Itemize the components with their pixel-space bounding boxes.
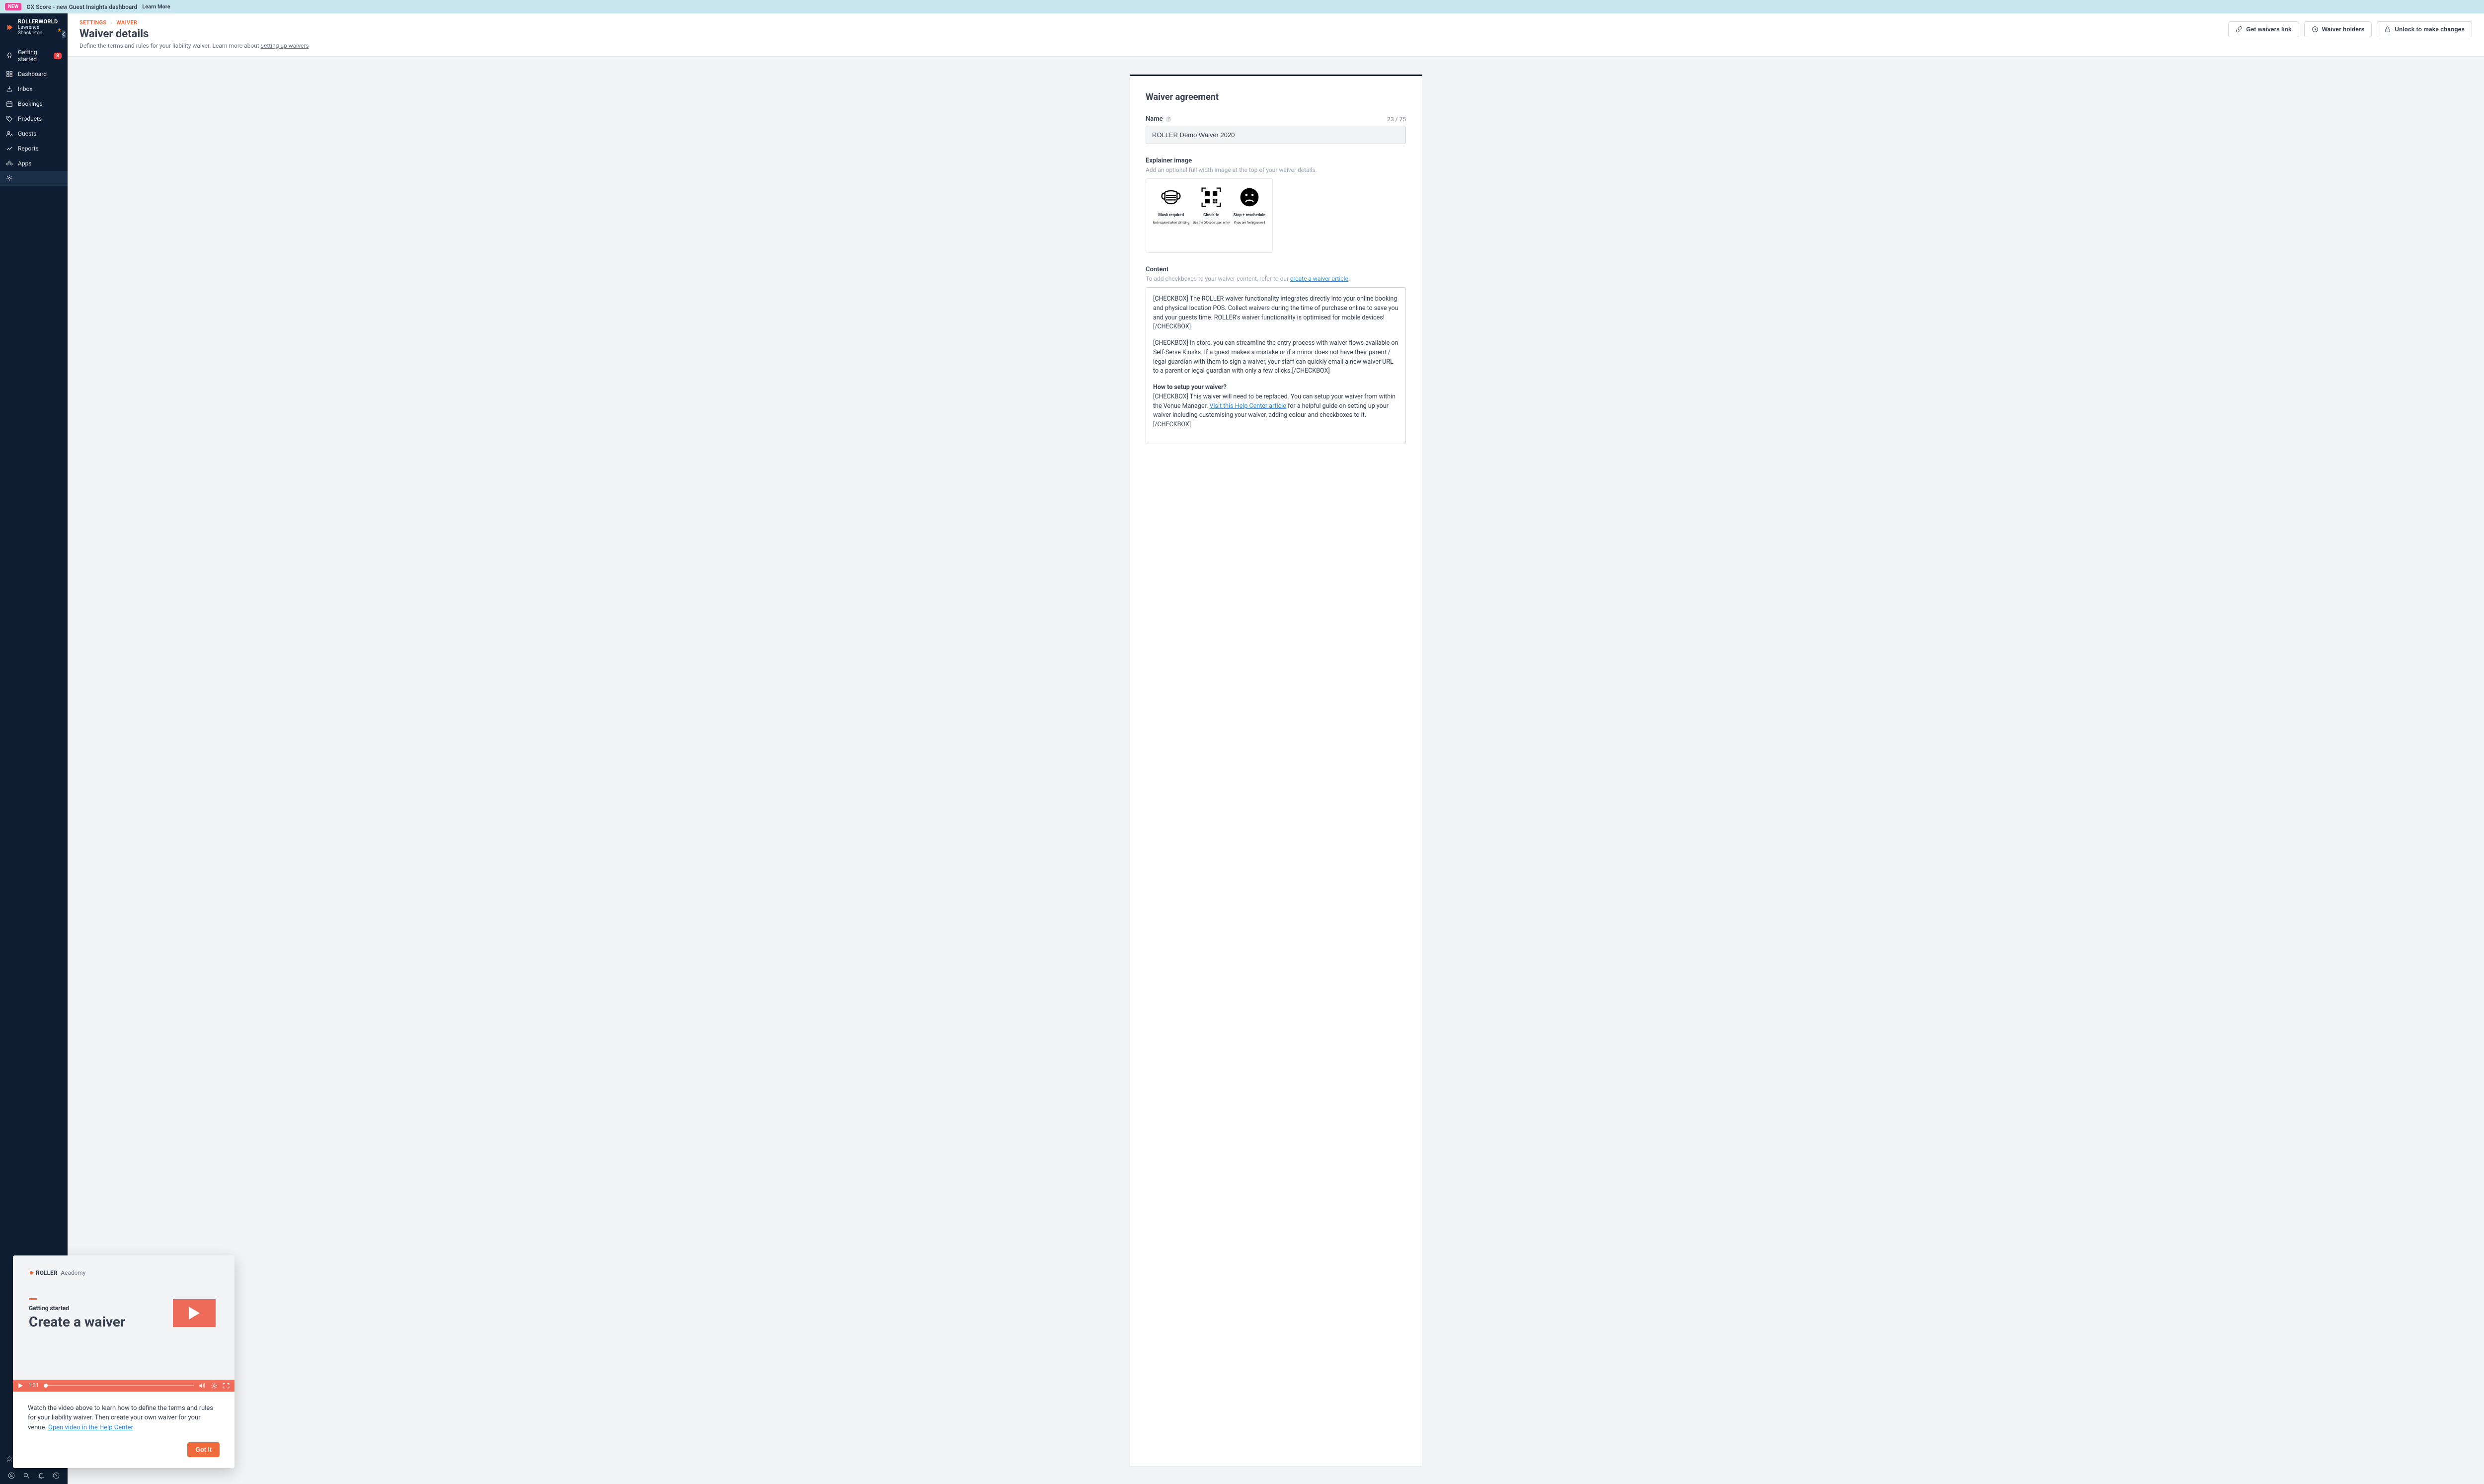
sidebar-item-dashboard[interactable]: Dashboard xyxy=(0,67,68,81)
card-heading: Waiver agreement xyxy=(1146,92,1406,102)
breadcrumb-waiver[interactable]: WAIVER xyxy=(116,19,137,26)
sidebar-item-bookings[interactable]: Bookings xyxy=(0,96,68,111)
notifications-icon[interactable] xyxy=(38,1472,45,1479)
page-title: Waiver details xyxy=(79,28,309,40)
sidebar-item-apps[interactable]: Apps xyxy=(0,156,68,171)
unlock-button[interactable]: Unlock to make changes xyxy=(2377,21,2472,37)
learn-more-link[interactable]: Learn More xyxy=(142,3,170,10)
sidebar-item-label: Apps xyxy=(18,160,32,167)
mask-icon xyxy=(1160,186,1182,209)
org-name: ROLLERWORLD xyxy=(18,18,62,25)
explainer-item-checkin: Check-in Use the QR code upon entry xyxy=(1193,186,1230,225)
create-waiver-article-link[interactable]: create a waiver article xyxy=(1290,275,1348,282)
popup-body: Watch the video above to learn how to de… xyxy=(13,1392,234,1443)
waiver-card: Waiver agreement Name ? 23 / 75 Explaine… xyxy=(1130,75,1422,1466)
open-video-link[interactable]: Open video in the Help Center xyxy=(48,1424,133,1431)
fullscreen-icon[interactable] xyxy=(223,1383,230,1389)
users-icon xyxy=(6,130,13,137)
help-icon[interactable] xyxy=(53,1472,60,1479)
sidebar-badge: 8 xyxy=(54,53,62,59)
sidebar-item-settings[interactable] xyxy=(0,171,68,186)
accent-dash xyxy=(29,1298,37,1300)
help-center-article-link[interactable]: Visit this Help Center article xyxy=(1210,402,1286,410)
name-char-counter: 23 / 75 xyxy=(1387,116,1406,123)
sidebar-item-products[interactable]: Products xyxy=(0,111,68,126)
sidebar-item-label: Getting started xyxy=(18,49,49,63)
search-icon[interactable] xyxy=(23,1472,30,1479)
nav: Getting started 8 Dashboard Inbox Bookin… xyxy=(0,41,68,186)
waiver-content-editor[interactable]: [CHECKBOX] The ROLLER waiver functionali… xyxy=(1146,287,1406,444)
sidebar-item-label: Inbox xyxy=(18,85,32,92)
content-area: Waiver agreement Name ? 23 / 75 Explaine… xyxy=(68,57,2484,1484)
apps-icon xyxy=(6,160,13,167)
help-tooltip-icon[interactable]: ? xyxy=(1165,116,1171,122)
sidebar-item-reports[interactable]: Reports xyxy=(0,141,68,156)
sad-face-icon xyxy=(1238,186,1261,209)
new-badge: NEW xyxy=(5,3,21,10)
content-subtext: To add checkboxes to your waiver content… xyxy=(1146,275,1406,282)
volume-icon[interactable] xyxy=(199,1383,206,1389)
waiver-holders-button[interactable]: Waiver holders xyxy=(2304,21,2372,37)
logo-icon xyxy=(6,23,14,31)
sidebar-header: ROLLERWORLD Lawrence Shackleton ★ xyxy=(0,13,68,41)
settings-icon[interactable] xyxy=(211,1382,218,1389)
user-name: Lawrence Shackleton ★ xyxy=(18,25,62,36)
top-actions: Get waivers link Waiver holders Unlock t… xyxy=(2228,21,2472,37)
qr-icon xyxy=(1200,186,1223,209)
star-icon: ★ xyxy=(57,28,62,33)
video-progress[interactable] xyxy=(44,1385,194,1386)
play-small-icon[interactable] xyxy=(18,1383,23,1389)
sidebar-item-inbox[interactable]: Inbox xyxy=(0,81,68,96)
gear-icon xyxy=(6,175,13,182)
popup-brand: ROLLER Academy xyxy=(29,1269,219,1276)
sidebar-item-getting-started[interactable]: Getting started 8 xyxy=(0,45,68,67)
get-waivers-link-button[interactable]: Get waivers link xyxy=(2228,21,2299,37)
sidebar-item-label: Bookings xyxy=(18,100,43,107)
logo-small-icon xyxy=(29,1270,35,1276)
content-paragraph: [CHECKBOX] In store, you can streamline … xyxy=(1153,339,1398,376)
explainer-subtext: Add an optional full width image at the … xyxy=(1146,166,1406,173)
breadcrumb: SETTINGS › WAIVER xyxy=(79,19,309,26)
video-controls: 1:31 xyxy=(13,1380,234,1392)
explainer-item-mask: Mask required Not required when climbing xyxy=(1153,186,1189,225)
breadcrumb-settings[interactable]: SETTINGS xyxy=(79,19,106,26)
content-paragraph: [CHECKBOX] The ROLLER waiver functionali… xyxy=(1153,295,1398,332)
sidebar-item-label: Dashboard xyxy=(18,71,47,78)
tag-icon xyxy=(6,115,13,122)
sidebar-collapse-button[interactable] xyxy=(62,30,66,38)
name-label: Name ? xyxy=(1146,115,1171,123)
explainer-label: Explainer image xyxy=(1146,157,1406,164)
topbar: SETTINGS › WAIVER Waiver details Define … xyxy=(68,13,2484,57)
chevron-right-icon: › xyxy=(110,19,112,26)
play-button[interactable] xyxy=(173,1299,216,1327)
popup-video-area: ROLLER Academy Getting started Create a … xyxy=(13,1255,234,1380)
got-it-button[interactable]: Got It xyxy=(187,1442,220,1457)
explainer-image-preview[interactable]: Mask required Not required when climbing… xyxy=(1146,178,1273,253)
waiver-name-input[interactable] xyxy=(1146,126,1406,144)
sidebar-item-label: Guests xyxy=(18,130,36,137)
sidebar-item-label: Reports xyxy=(18,145,39,152)
sidebar-item-guests[interactable]: Guests xyxy=(0,126,68,141)
setup-waivers-link[interactable]: setting up waivers xyxy=(261,42,309,49)
main: SETTINGS › WAIVER Waiver details Define … xyxy=(68,13,2484,1484)
onboarding-popup: ✕ ROLLER Academy Getting started Create … xyxy=(13,1255,234,1469)
lock-icon xyxy=(2384,26,2391,33)
grid-icon xyxy=(6,71,13,78)
link-icon xyxy=(2236,26,2243,33)
explainer-item-stop: Stop + reschedule If you are feeling unw… xyxy=(1234,186,1266,225)
sidebar-bottom-bar xyxy=(0,1467,68,1484)
sidebar-item-label: Products xyxy=(18,115,42,122)
clock-icon xyxy=(2312,26,2319,33)
content-paragraph: How to setup your waiver? [CHECKBOX] Thi… xyxy=(1153,383,1398,430)
video-time: 1:31 xyxy=(28,1382,39,1389)
announcement-banner: NEW GX Score - new Guest Insights dashbo… xyxy=(0,0,2484,13)
calendar-icon xyxy=(6,100,13,107)
page-description: Define the terms and rules for your liab… xyxy=(79,42,309,49)
account-icon[interactable] xyxy=(8,1472,15,1479)
inbox-icon xyxy=(6,85,13,92)
chart-icon xyxy=(6,145,13,152)
rocket-icon xyxy=(6,52,13,59)
content-label: Content xyxy=(1146,266,1406,273)
banner-text: GX Score - new Guest Insights dashboard xyxy=(26,3,137,10)
